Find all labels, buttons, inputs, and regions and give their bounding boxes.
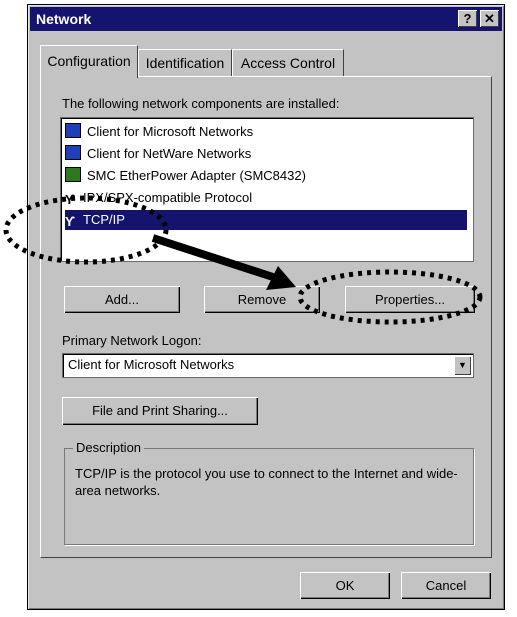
list-item-client-microsoft[interactable]: Client for Microsoft Networks — [65, 122, 467, 142]
close-button[interactable]: ✕ — [480, 10, 499, 27]
components-list[interactable]: Client for Microsoft Networks Client for… — [60, 117, 474, 262]
help-button[interactable]: ? — [458, 10, 477, 27]
list-item-tcpip[interactable]: ϒ TCP/IP — [65, 210, 467, 230]
network-client-icon — [65, 123, 81, 138]
list-item-client-netware[interactable]: Client for NetWare Networks — [65, 144, 467, 164]
network-dialog: Network ? ✕ Configuration Identification… — [27, 4, 505, 610]
window-title: Network — [36, 11, 92, 27]
primary-logon-label: Primary Network Logon: — [62, 333, 202, 348]
add-button[interactable]: Add... — [64, 286, 180, 313]
network-adapter-icon — [65, 167, 81, 182]
list-item-adapter[interactable]: SMC EtherPower Adapter (SMC8432) — [65, 166, 467, 186]
components-label: The following network components are ins… — [62, 96, 340, 111]
primary-logon-select[interactable]: Client for Microsoft Networks ▼ — [62, 353, 474, 378]
network-client-icon — [65, 145, 81, 160]
ok-button[interactable]: OK — [300, 572, 390, 599]
remove-button[interactable]: Remove — [204, 286, 320, 313]
tab-access-control[interactable]: Access Control — [232, 49, 344, 77]
description-group: Description TCP/IP is the protocol you u… — [64, 440, 474, 545]
file-print-sharing-button[interactable]: File and Print Sharing... — [62, 397, 258, 425]
description-text: TCP/IP is the protocol you use to connec… — [75, 466, 458, 498]
list-item-ipx-spx[interactable]: ϒ IPX/SPX-compatible Protocol — [65, 188, 467, 208]
description-title: Description — [73, 440, 145, 455]
protocol-icon: ϒ — [65, 214, 76, 229]
tab-configuration[interactable]: Configuration — [40, 45, 138, 78]
tab-identification[interactable]: Identification — [138, 49, 232, 77]
chevron-down-icon[interactable]: ▼ — [454, 356, 471, 375]
protocol-icon: ϒ — [65, 192, 76, 207]
cancel-button[interactable]: Cancel — [401, 572, 491, 599]
properties-button[interactable]: Properties... — [345, 286, 475, 313]
title-bar[interactable]: Network ? ✕ — [30, 7, 502, 31]
primary-logon-value: Client for Microsoft Networks — [68, 357, 235, 372]
